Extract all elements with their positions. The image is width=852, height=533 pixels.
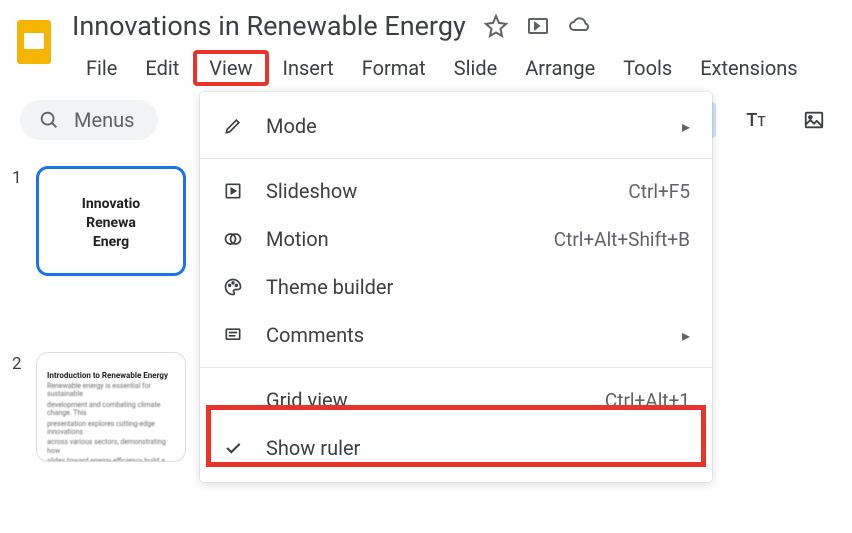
- slide-thumb-2[interactable]: Introduction to Renewable Energy Renewab…: [36, 352, 186, 462]
- cloud-icon[interactable]: [568, 14, 592, 38]
- thumb-index-1: 1: [12, 166, 26, 188]
- dd-mode[interactable]: Mode ▸: [200, 102, 712, 150]
- menu-slide[interactable]: Slide: [440, 50, 512, 86]
- dd-theme-builder[interactable]: Theme builder: [200, 263, 712, 311]
- star-icon[interactable]: [484, 14, 508, 38]
- check-icon: [222, 437, 244, 459]
- image-icon: [803, 109, 825, 131]
- menu-insert[interactable]: Insert: [269, 50, 348, 86]
- menu-view[interactable]: View: [193, 50, 268, 86]
- dd-grid-view[interactable]: Grid view Ctrl+Alt+1: [200, 376, 712, 424]
- search-icon: [38, 109, 60, 131]
- thumb1-title: InnovatioRenewaEnerg: [49, 195, 173, 252]
- search-menus[interactable]: Menus: [20, 100, 158, 140]
- text-icon: Tᴛ: [746, 110, 765, 131]
- doc-title[interactable]: Innovations in Renewable Energy: [72, 10, 466, 42]
- dd-show-ruler[interactable]: Show ruler: [200, 424, 712, 472]
- thumb-index-2: 2: [12, 352, 26, 374]
- chevron-right-icon: ▸: [682, 117, 690, 136]
- play-box-icon: [222, 180, 244, 202]
- palette-icon: [222, 276, 244, 298]
- circles-icon: [222, 228, 244, 250]
- menu-file[interactable]: File: [72, 50, 131, 86]
- dd-separator: [200, 158, 712, 159]
- menu-format[interactable]: Format: [348, 50, 440, 86]
- chevron-right-icon: ▸: [682, 326, 690, 345]
- slide-thumb-1[interactable]: InnovatioRenewaEnerg: [36, 166, 186, 276]
- slides-logo[interactable]: [14, 16, 54, 68]
- menu-edit[interactable]: Edit: [131, 50, 193, 86]
- dd-separator: [200, 367, 712, 368]
- textbox-tool[interactable]: Tᴛ: [738, 102, 774, 138]
- menu-tools[interactable]: Tools: [609, 50, 686, 86]
- comment-icon: [222, 324, 244, 346]
- thumb2-heading: Introduction to Renewable Energy: [47, 371, 168, 380]
- pencil-icon: [222, 115, 244, 137]
- dd-slideshow[interactable]: Slideshow Ctrl+F5: [200, 167, 712, 215]
- menubar: File Edit View Insert Format Slide Arran…: [72, 50, 838, 86]
- blank-icon: [222, 389, 244, 411]
- image-tool[interactable]: [796, 102, 832, 138]
- slide-thumbnails: 1 InnovatioRenewaEnerg 2 Introduction to…: [12, 166, 186, 522]
- move-icon[interactable]: [526, 14, 550, 38]
- menu-extensions[interactable]: Extensions: [686, 50, 811, 86]
- dd-motion[interactable]: Motion Ctrl+Alt+Shift+B: [200, 215, 712, 263]
- view-dropdown: Mode ▸ Slideshow Ctrl+F5 Motion Ctrl+Alt…: [200, 92, 712, 482]
- search-label: Menus: [74, 108, 134, 132]
- menu-arrange[interactable]: Arrange: [511, 50, 609, 86]
- dd-comments[interactable]: Comments ▸: [200, 311, 712, 359]
